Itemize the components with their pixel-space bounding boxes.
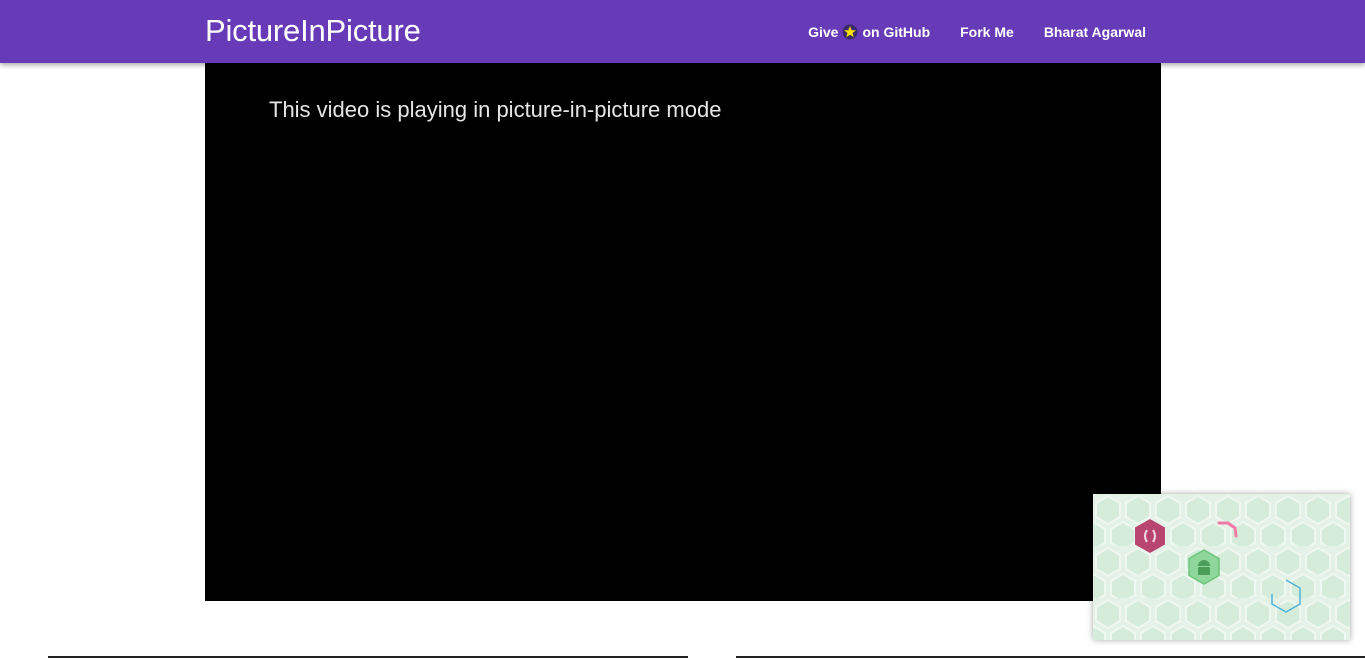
video-player[interactable]: This video is playing in picture-in-pict… xyxy=(205,63,1161,601)
hexagon-fragment-pink-icon xyxy=(1217,521,1238,538)
github-star-link[interactable]: Give on GitHub xyxy=(793,24,945,40)
nav-links: Give on GitHub Fork Me Bharat Agarwal xyxy=(793,0,1161,63)
hexagon-code-icon xyxy=(1135,519,1165,553)
github-link-prefix: Give xyxy=(808,23,839,40)
hexagon-android-icon xyxy=(1188,549,1220,585)
author-link[interactable]: Bharat Agarwal xyxy=(1029,24,1161,40)
hexagon-outline-icon xyxy=(1271,579,1301,613)
fork-me-link[interactable]: Fork Me xyxy=(945,24,1029,40)
top-app-bar: PictureInPicture Give on GitHub Fork Me … xyxy=(0,0,1365,63)
star-icon xyxy=(842,24,858,39)
pip-video-frame xyxy=(1093,494,1350,640)
pip-status-message: This video is playing in picture-in-pict… xyxy=(269,97,722,122)
brand-title[interactable]: PictureInPicture xyxy=(205,12,421,50)
picture-in-picture-window[interactable] xyxy=(1093,494,1350,640)
github-link-suffix: on GitHub xyxy=(862,23,931,40)
